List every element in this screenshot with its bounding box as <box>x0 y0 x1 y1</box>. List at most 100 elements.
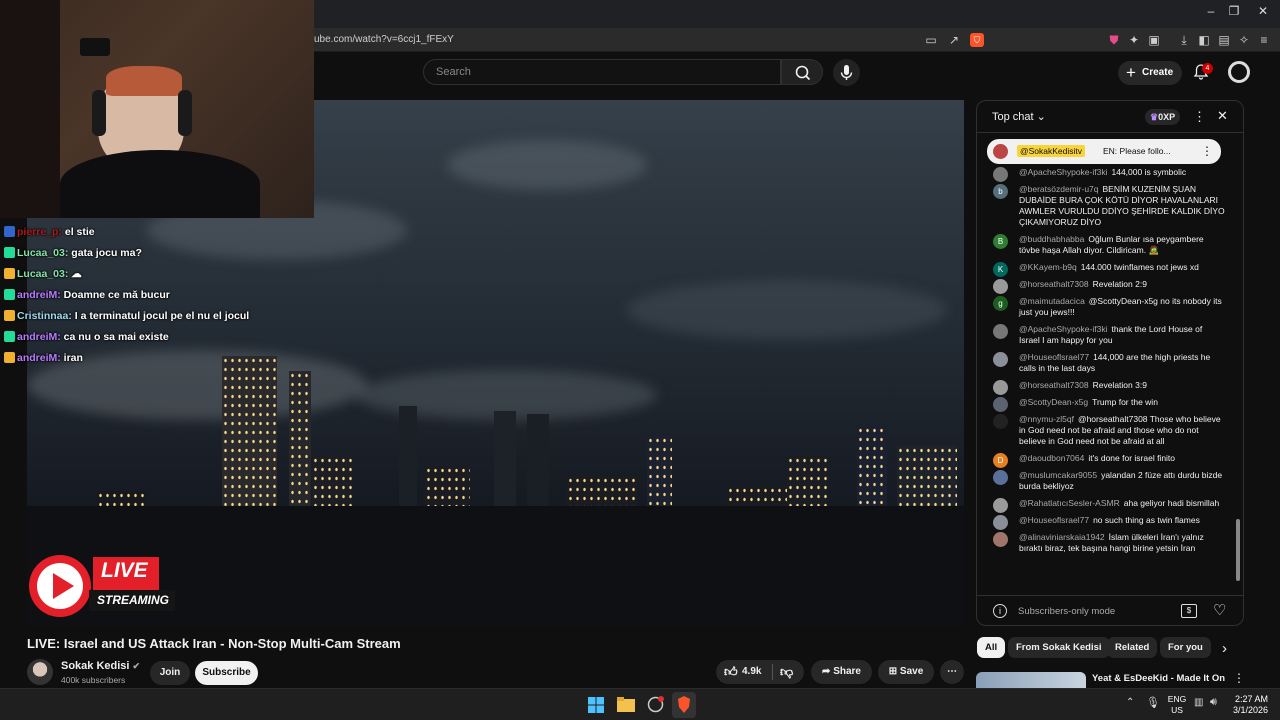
windows-start-icon[interactable] <box>588 697 604 713</box>
chat-scrollbar[interactable] <box>1236 519 1240 581</box>
chevron-right-icon[interactable]: › <box>1222 640 1227 657</box>
create-button[interactable]: + Create <box>1118 61 1182 85</box>
search-button[interactable] <box>781 59 823 85</box>
chat-avatar[interactable]: B <box>993 234 1008 249</box>
mic-tray-icon[interactable]: 🎙︎ <box>1146 696 1160 709</box>
chat-avatar[interactable] <box>993 167 1008 182</box>
channel-avatar[interactable] <box>27 659 53 685</box>
chat-username[interactable]: @Houseoflsrael77 <box>1019 515 1089 525</box>
chat-username[interactable]: @ScottyDean-x5g <box>1019 397 1088 407</box>
chat-username[interactable]: @horseathalt7308 <box>1019 279 1089 289</box>
brave-shields-icon[interactable]: ⛉ <box>970 33 984 47</box>
pinned-message[interactable]: @SokakKedisitv EN: Please follo... ⋮ <box>987 139 1221 164</box>
close-window-button[interactable]: ✕ <box>1246 4 1280 18</box>
clock[interactable]: 2:27 AM 3/1/2026 <box>1226 694 1268 716</box>
chat-username[interactable]: @Houseoflsrael77 <box>1019 352 1089 362</box>
cast-icon[interactable]: ▭ <box>924 33 938 47</box>
top-chat-dropdown[interactable]: Top chat ⌄ <box>992 110 1046 123</box>
search-input[interactable]: Search <box>423 59 781 85</box>
tab-icon[interactable]: ▣ <box>1147 33 1161 47</box>
leo-icon[interactable]: ✧ <box>1237 33 1251 47</box>
chat-username[interactable]: @alinaviniarskaia1942 <box>1019 532 1105 542</box>
chat-avatar[interactable] <box>993 380 1008 395</box>
account-avatar[interactable] <box>1228 61 1250 83</box>
chat-message[interactable]: @horseathalt7308 Revelation 3:9 <box>977 380 1233 395</box>
brave-browser-icon[interactable] <box>677 696 691 713</box>
close-chat-icon[interactable]: ✕ <box>1217 108 1228 124</box>
share-button[interactable]: ➦ Share <box>811 660 872 684</box>
chat-avatar[interactable] <box>993 532 1008 547</box>
chevron-up-icon[interactable]: ⌃ <box>1126 697 1134 708</box>
chat-message[interactable]: @alinaviniarskaia1942 İslam ülkeleri İran… <box>977 532 1233 554</box>
chat-username[interactable]: @horseathalt7308 <box>1019 380 1089 390</box>
chat-avatar[interactable] <box>993 352 1008 367</box>
save-button[interactable]: ⊞ Save <box>878 660 934 684</box>
chat-message[interactable]: @ApacheShypoke-if3ki thank the Lord House… <box>977 324 1233 346</box>
app-icon[interactable] <box>647 696 664 713</box>
channel-name[interactable]: Sokak Kedisi ✔ <box>61 660 140 672</box>
chat-avatar[interactable] <box>993 324 1008 339</box>
like-icon[interactable]: 👍︎ <box>724 660 738 684</box>
chat-avatar[interactable]: D <box>993 453 1008 468</box>
chat-avatar[interactable]: K <box>993 262 1008 277</box>
chip-all[interactable]: All <box>977 637 1006 658</box>
chat-avatar[interactable]: b <box>993 184 1008 199</box>
chat-message[interactable]: @Houseoflsrael77 no such thing as twin fl… <box>977 515 1233 530</box>
wallet-icon[interactable]: ▤ <box>1217 33 1231 47</box>
chip-for-you[interactable]: For you <box>1160 637 1211 658</box>
chat-message[interactable]: @horseathalt7308 Revelation 2:9 <box>977 279 1233 294</box>
chat-username[interactable]: @buddhabhabba <box>1019 234 1084 244</box>
chat-message[interactable]: @ScottyDean-x5g Trump for the win <box>977 397 1233 412</box>
super-chat-icon[interactable]: $ <box>1181 604 1197 618</box>
chat-message[interactable]: @RahatlatıcıSesler-ASMR aha geliyor hadi … <box>977 498 1233 513</box>
chip-from-channel[interactable]: From Sokak Kedisi <box>1008 637 1110 658</box>
chat-username[interactable]: @daoudbon7064 <box>1019 453 1084 463</box>
chat-message[interactable]: @ApacheShypoke-if3ki 144,000 is symbolic <box>977 167 1233 182</box>
network-icon[interactable]: ▥ <box>1194 697 1203 708</box>
related-title[interactable]: Yeat & EsDeeKid - Made It On <box>1092 673 1225 684</box>
heart-icon[interactable]: ♡ <box>1213 601 1226 619</box>
chat-username[interactable]: @beratsözdemir-u7q <box>1019 184 1099 194</box>
sidebar-icon[interactable]: ◧ <box>1197 33 1211 47</box>
subscribe-button[interactable]: Subscribe <box>195 661 258 685</box>
chat-message[interactable]: @nnymu-zl5qf @horseathalt7308 Those who b… <box>977 414 1233 447</box>
info-icon[interactable]: i <box>993 604 1007 618</box>
like-count[interactable]: 4.9k <box>742 660 761 684</box>
voice-search-button[interactable] <box>833 59 860 86</box>
chat-username[interactable]: @RahatlatıcıSesler-ASMR <box>1019 498 1120 508</box>
chat-username[interactable]: @muslumcakar9055 <box>1019 470 1097 480</box>
chat-avatar[interactable] <box>993 414 1008 429</box>
chip-related[interactable]: Related <box>1107 637 1158 658</box>
related-thumbnail[interactable] <box>976 672 1086 688</box>
chat-message[interactable]: @Houseoflsrael77 144,000 are the high pri… <box>977 352 1233 374</box>
chat-avatar[interactable] <box>993 397 1008 412</box>
chat-message[interactable]: D @daoudbon7064 it's done for israel finit… <box>977 453 1233 468</box>
more-actions-button[interactable]: ⋯ <box>940 660 964 684</box>
chat-username[interactable]: @maimutadacica <box>1019 296 1085 306</box>
xp-badge[interactable]: ♛0XP <box>1145 109 1181 125</box>
chat-username[interactable]: @nnymu-zl5qf <box>1019 414 1074 424</box>
menu-icon[interactable]: ≡ <box>1257 33 1271 47</box>
share-page-icon[interactable]: ↗ <box>947 33 961 47</box>
chat-username[interactable]: @KKayem-b9q <box>1019 262 1077 272</box>
url-field[interactable]: ube.com/watch?v=6ccj1_fFExY <box>314 34 454 45</box>
chat-avatar[interactable] <box>993 470 1008 485</box>
chat-username[interactable]: @ApacheShypoke-if3ki <box>1019 324 1107 334</box>
chat-avatar[interactable] <box>993 279 1008 294</box>
related-more-icon[interactable]: ⋮ <box>1233 671 1245 685</box>
dislike-icon[interactable]: 👎︎ <box>780 660 793 684</box>
file-explorer-icon[interactable] <box>617 697 635 712</box>
chat-message[interactable]: B @buddhabhabba Oğlum Bunlar ısa peygamber… <box>977 234 1233 256</box>
chat-avatar[interactable]: g <box>993 296 1008 311</box>
extensions-icon[interactable]: ✦ <box>1127 33 1141 47</box>
chat-username[interactable]: @ApacheShypoke-if3ki <box>1019 167 1107 177</box>
chat-avatar[interactable] <box>993 515 1008 530</box>
vpn-icon[interactable]: ⛊ <box>1107 33 1121 47</box>
chat-message[interactable]: K @KKayem-b9q 144.000 twinflames not jews … <box>977 262 1233 277</box>
pinned-more-icon[interactable]: ⋮ <box>1201 144 1213 158</box>
join-button[interactable]: Join <box>150 661 190 685</box>
chat-message[interactable]: @muslumcakar9055 yalandan 2 füze attı dur… <box>977 470 1233 492</box>
chat-message[interactable]: g @maimutadacica @ScottyDean-x5g no its no… <box>977 296 1233 318</box>
chat-avatar[interactable] <box>993 498 1008 513</box>
volume-icon[interactable]: 🔊︎ <box>1210 696 1217 709</box>
